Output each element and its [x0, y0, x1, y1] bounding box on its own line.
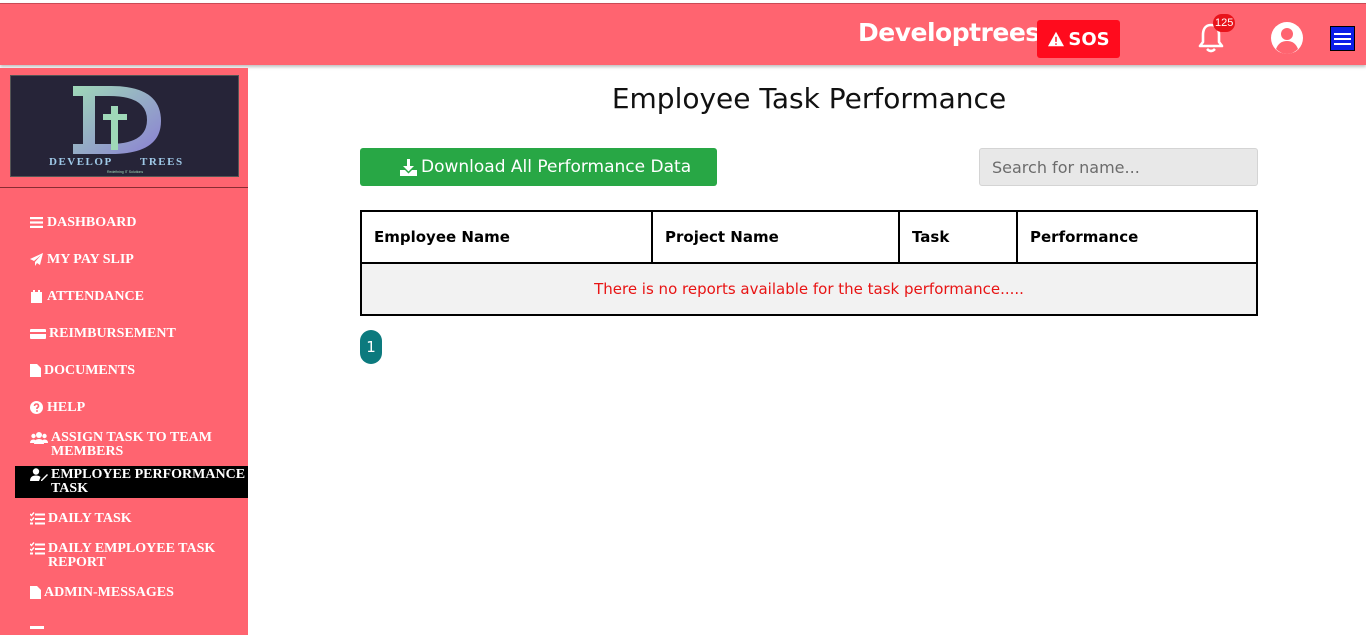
search-input[interactable]: [979, 148, 1258, 186]
sidebar-item-label: EMPLOYEE PERFORMANCE TASK: [51, 467, 246, 496]
warning-icon: [1048, 31, 1065, 47]
sidebar-item-label: HELP: [47, 400, 86, 415]
download-icon: [400, 158, 417, 176]
column-header-task: Task: [898, 210, 1018, 264]
notification-badge: 125: [1213, 14, 1236, 32]
top-navbar: Developtrees SOS 125: [0, 3, 1366, 65]
sidebar-item-label: ASSIGN TASK TO TEAM MEMBERS: [51, 430, 212, 459]
column-header-performance: Performance: [1016, 210, 1258, 264]
sos-label: SOS: [1068, 28, 1110, 50]
hamburger-menu-button[interactable]: [1330, 26, 1355, 51]
sidebar-item-my-pay-slip[interactable]: MY PAY SLIP: [30, 253, 134, 267]
page-title: Employee Task Performance: [611, 82, 1007, 115]
sidebar-item-documents[interactable]: DOCUMENTS: [30, 364, 135, 378]
sidebar-item-assign-task[interactable]: ASSIGN TASK TO TEAM MEMBERS: [30, 431, 230, 459]
column-header-project-name: Project Name: [651, 210, 900, 264]
sidebar-item-label: ADMIN-MESSAGES: [44, 585, 174, 600]
sidebar-item-attendance[interactable]: ATTENDANCE: [30, 290, 144, 304]
download-all-performance-button[interactable]: Download All Performance Data: [360, 148, 717, 186]
list-check-icon: [30, 512, 45, 525]
sidebar-item-employee-performance-task[interactable]: EMPLOYEE PERFORMANCE TASK: [15, 466, 248, 498]
sidebar-item-truncated[interactable]: [30, 626, 47, 635]
user-circle-icon[interactable]: [1270, 21, 1304, 55]
logo-tagline: Redefining IT Solutions: [107, 170, 143, 174]
sidebar-item-daily-task[interactable]: DAILY TASK: [30, 512, 132, 526]
question-circle-icon: [30, 401, 43, 414]
sidebar-item-label: MY PAY SLIP: [47, 252, 134, 267]
user-edit-icon: [30, 468, 48, 481]
performance-table: Employee Name Project Name Task Performa…: [360, 210, 1258, 316]
sidebar-item-label: DOCUMENTS: [44, 363, 136, 378]
bars-icon: [30, 217, 43, 228]
divider: [0, 187, 248, 188]
sidebar-item-dashboard[interactable]: DASHBOARD: [30, 216, 136, 230]
sidebar: DEVELOP TREES Redefining IT Solutions DA…: [0, 68, 248, 635]
sidebar-item-reimbursement[interactable]: REIMBURSEMENT: [30, 327, 176, 341]
column-header-employee-name: Employee Name: [360, 210, 653, 264]
paper-plane-icon: [30, 253, 43, 266]
sidebar-item-label: REIMBURSEMENT: [49, 326, 176, 341]
table-header-row: Employee Name Project Name Task Performa…: [360, 210, 1258, 264]
more-icon: [30, 626, 44, 629]
credit-card-icon: [30, 329, 46, 339]
users-icon: [30, 432, 48, 444]
list-check-icon: [30, 542, 45, 555]
sos-button[interactable]: SOS: [1037, 20, 1120, 58]
sidebar-item-label: DAILY TASK: [48, 511, 132, 526]
file-icon: [30, 364, 41, 377]
table-row: There is no reports available for the ta…: [360, 262, 1258, 316]
pagination-page-button[interactable]: 1: [360, 330, 382, 364]
sidebar-item-admin-messages[interactable]: ADMIN-MESSAGES: [30, 586, 174, 600]
download-button-label: Download All Performance Data: [421, 157, 692, 177]
sidebar-item-label: DASHBOARD: [47, 215, 137, 230]
brand-title[interactable]: Developtrees: [858, 18, 1040, 47]
sidebar-item-daily-employee-task-report[interactable]: DAILY EMPLOYEE TASK REPORT: [30, 542, 230, 570]
file-icon: [30, 586, 41, 599]
logo-wordmark: DEVELOP: [49, 156, 113, 168]
logo-wordmark-2: TREES: [140, 156, 184, 168]
empty-table-message: There is no reports available for the ta…: [360, 262, 1258, 316]
sidebar-item-label: ATTENDANCE: [47, 289, 144, 304]
calendar-icon: [31, 290, 42, 303]
sidebar-item-label: DAILY EMPLOYEE TASK REPORT: [48, 541, 216, 570]
sidebar-item-help[interactable]: HELP: [30, 401, 85, 415]
